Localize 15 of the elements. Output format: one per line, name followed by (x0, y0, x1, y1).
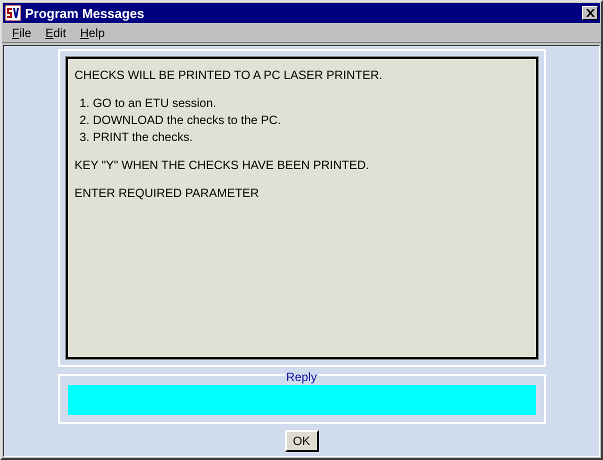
close-icon (586, 9, 594, 17)
list-item: 3. PRINT the checks. (80, 130, 194, 144)
window-title: Program Messages (25, 6, 146, 20)
menu-item[interactable]: Help (73, 26, 112, 40)
message-text: CHECKS WILL BE PRINTED TO A PC LASER PRINTER. (74, 68, 384, 82)
list-item: 1. GO to an ETU session. (80, 96, 218, 110)
close-button[interactable] (582, 6, 598, 20)
list-item: 2. DOWNLOAD the checks to the PC. (80, 113, 282, 127)
reply-label: Reply (284, 370, 319, 384)
message-text: KEY "Y" WHEN THE CHECKS HAVE BEEN PRINTED. (74, 158, 370, 172)
menu-item[interactable]: File (5, 26, 38, 40)
menu-item[interactable]: Edit (38, 26, 74, 40)
reply-field[interactable] (68, 385, 536, 415)
ok-button[interactable]: OK (284, 430, 318, 452)
message-text: ENTER REQUIRED PARAMETER (74, 186, 260, 200)
